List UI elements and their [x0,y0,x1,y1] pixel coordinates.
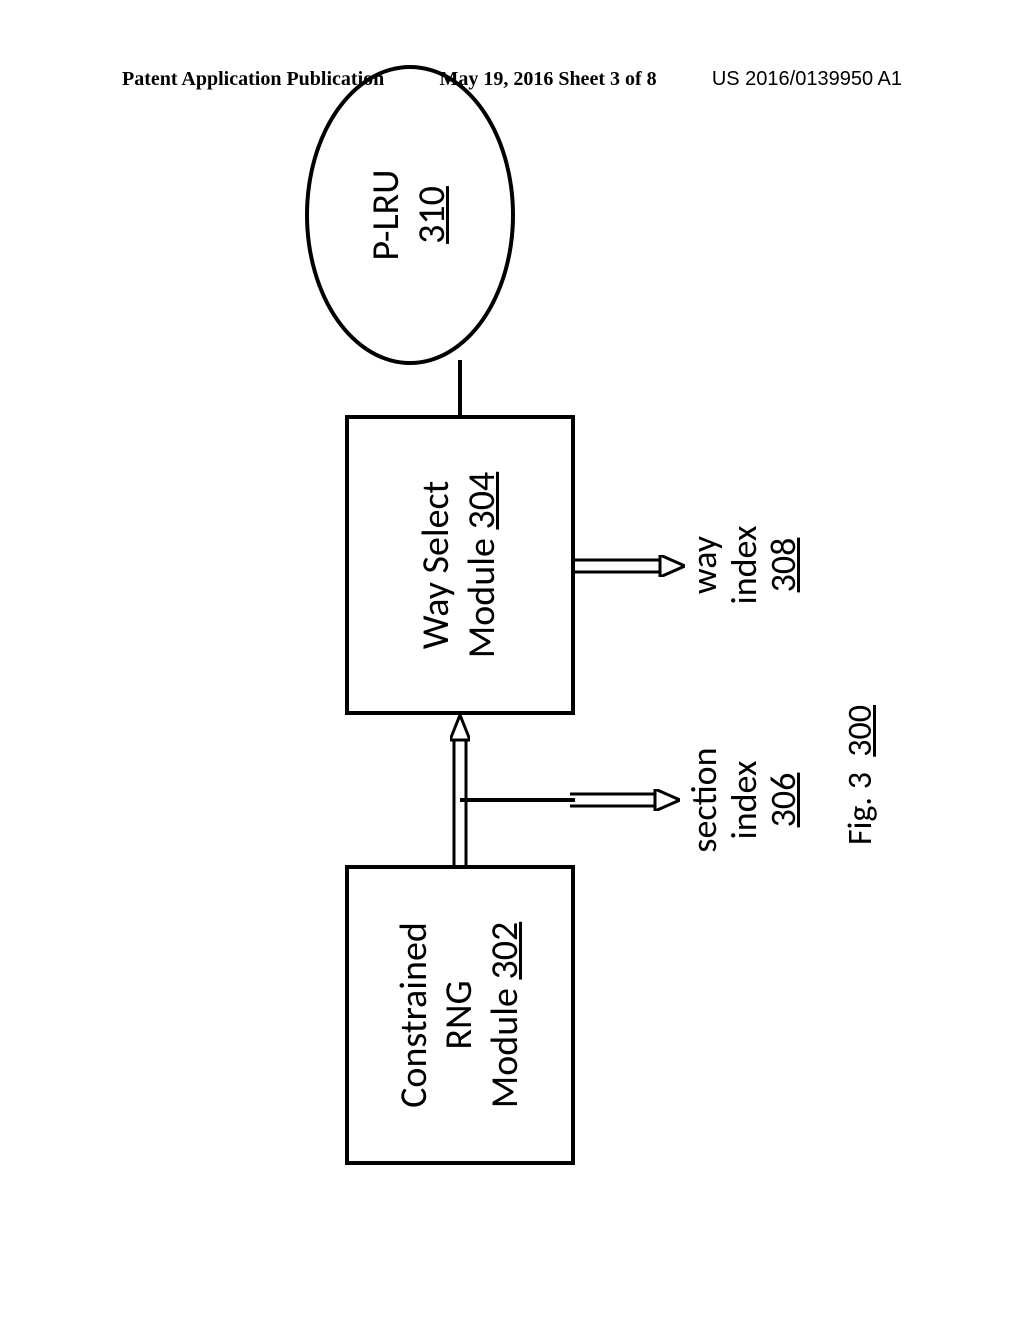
figure-label: Fig. 3 300 [840,705,881,845]
rng-ref: 302 [482,922,528,980]
rng-line1: Constrained [392,922,438,1108]
way-line1: Way Select [414,481,460,650]
way-module-line: Module 304 [460,472,506,658]
section-down-line [460,798,575,802]
plru-line1: P-LRU [364,169,410,260]
page-header: Patent Application Publication May 19, 2… [0,68,1024,91]
header-left: Patent Application Publication [122,68,384,91]
figure-ref: 300 [840,705,881,757]
rng-module-line: Module 302 [483,922,529,1108]
way-ref: 304 [459,472,505,530]
way-down-arrow [575,555,685,577]
header-center: May 19, 2016 Sheet 3 of 8 [439,68,656,91]
section-ref: 306 [764,730,804,870]
section-index-label: section index 306 [685,730,804,870]
section-down-arrow [570,789,680,811]
rng-line2: RNG [437,980,483,1049]
diagram: Constrained RNG Module 302 Way Select Mo… [0,315,1024,1045]
plru-ref: 310 [410,186,456,244]
way-select-block: Way Select Module 304 [345,415,575,715]
plru-ellipse: P-LRU 310 [305,65,515,365]
header-right: US 2016/0139950 A1 [712,68,902,91]
arrow-rng-to-way [450,715,470,865]
way-index-label: way index 308 [685,505,804,625]
constrained-rng-block: Constrained RNG Module 302 [345,865,575,1165]
connector-way-to-plru [458,360,462,415]
way-index-ref: 308 [764,505,804,625]
